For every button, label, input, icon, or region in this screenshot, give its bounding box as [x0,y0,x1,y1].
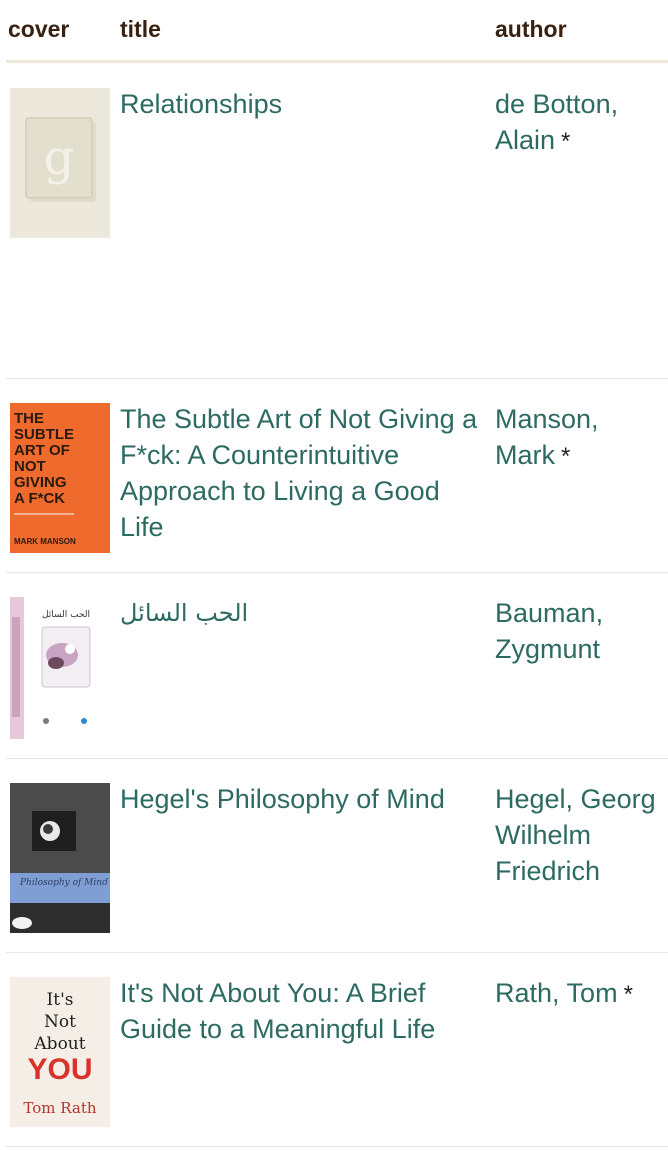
book-author: Manson, Mark * [495,401,668,475]
book-title-link[interactable]: Relationships [120,86,480,122]
book-cover[interactable]: It's Not About YOU Tom Rath [10,977,110,1127]
svg-text:About: About [33,1034,85,1054]
svg-text:g: g [44,130,75,186]
author-star: * [561,128,571,155]
hegel-cover-art: Philosophy of Mind [10,783,110,933]
table-row: الحب السائل الحب السائل Bauman, Zygmunt [6,573,668,759]
header-divider [6,60,668,63]
author-link[interactable]: Bauman, [495,598,603,628]
svg-text:GIVING: GIVING [14,474,67,491]
svg-text:MARK MANSON: MARK MANSON [14,537,76,546]
table-row: It's Not About YOU Tom Rath It's Not Abo… [6,953,668,1147]
book-author: Rath, Tom * [495,975,668,1013]
book-title-link[interactable]: Hegel's Philosophy of Mind [120,781,480,817]
author-link[interactable]: de Botton, [495,89,618,119]
svg-text:ART OF: ART OF [14,442,70,459]
goodreads-placeholder-icon: g [10,88,110,238]
author-star: * [623,981,633,1008]
author-link[interactable]: Zygmunt [495,634,600,664]
book-cover[interactable]: THE SUBTLE ART OF NOT GIVING A F*CK MARK… [10,403,110,553]
author-link[interactable]: Friedrich [495,856,600,886]
svg-text:Philosophy of Mind: Philosophy of Mind [19,878,108,888]
column-header-author[interactable]: author [495,16,567,43]
book-author: Hegel, Georg Wilhelm Friedrich [495,781,668,889]
table-row: g Relationships de Botton, Alain * [6,64,668,379]
author-link[interactable]: Alain [495,125,555,155]
svg-text:Not: Not [44,1012,76,1032]
book-title-link[interactable]: It's Not About You: A Brief Guide to a M… [120,975,480,1047]
author-link[interactable]: Mark [495,440,555,470]
book-author: de Botton, Alain * [495,86,668,160]
subtle-art-cover-art: THE SUBTLE ART OF NOT GIVING A F*CK MARK… [10,403,110,553]
table-header: cover title author [0,0,668,64]
table-row: THE SUBTLE ART OF NOT GIVING A F*CK MARK… [6,379,668,573]
table-row: Philosophy of Mind Hegel's Philosophy of… [6,759,668,953]
svg-text:THE: THE [14,410,44,427]
author-star: * [561,443,571,470]
svg-text:الحب السائل: الحب السائل [42,610,90,620]
svg-text:YOU: YOU [27,1053,92,1086]
book-cover[interactable]: g [10,88,110,238]
author-link[interactable]: Hegel, Georg [495,784,656,814]
book-author: Bauman, Zygmunt [495,595,668,669]
book-title-link[interactable]: The Subtle Art of Not Giving a F*ck: A C… [120,401,480,545]
author-link[interactable]: Rath, Tom [495,978,618,1008]
not-about-you-cover-art: It's Not About YOU Tom Rath [10,977,110,1127]
svg-text:SUBTLE: SUBTLE [14,426,74,443]
author-link[interactable]: Wilhelm [495,820,591,850]
column-header-title[interactable]: title [120,16,161,43]
svg-text:A F*CK: A F*CK [14,490,65,507]
book-cover[interactable]: Philosophy of Mind [10,783,110,933]
column-header-cover[interactable]: cover [8,16,69,43]
svg-text:Tom Rath: Tom Rath [23,1099,96,1117]
svg-text:NOT: NOT [14,458,46,475]
book-cover[interactable]: الحب السائل [10,597,110,739]
book-title-link[interactable]: الحب السائل [120,595,480,631]
liquid-love-cover-art: الحب السائل [10,597,110,739]
svg-text:It's: It's [47,990,74,1010]
author-link[interactable]: Manson, [495,404,599,434]
